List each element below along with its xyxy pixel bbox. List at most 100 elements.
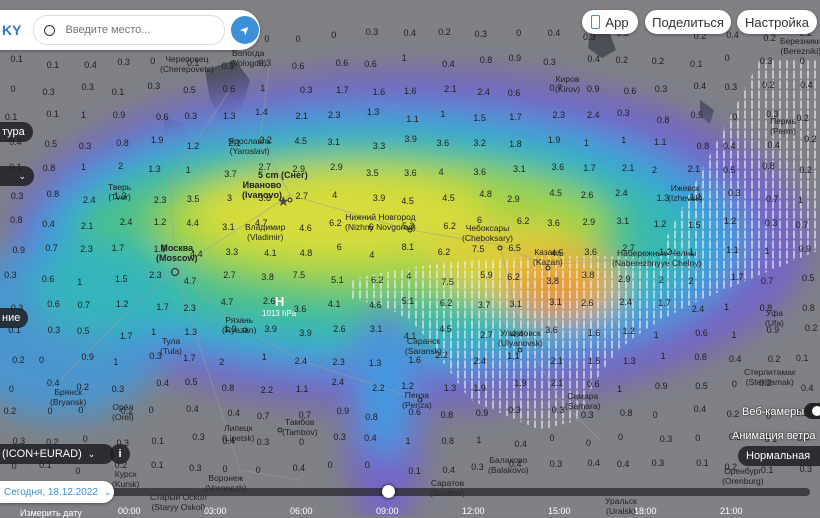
- star-icon[interactable]: ★: [277, 193, 290, 210]
- precip-value: 0.2: [762, 80, 775, 91]
- precip-value: 2.9: [330, 161, 343, 172]
- timeline-handle[interactable]: [382, 485, 395, 498]
- search-field[interactable]: [33, 15, 226, 45]
- city-label[interactable]: Курск (Kursk): [112, 469, 139, 489]
- precip-value: 0.1: [46, 109, 59, 120]
- precip-value: 3.1: [222, 222, 235, 233]
- precip-value: 1: [113, 357, 119, 368]
- city-name-en: (Uralsk): [606, 506, 636, 516]
- date-button[interactable]: Сегодня, 18.12.2022 ⌄: [0, 481, 114, 503]
- timeline-time-label[interactable]: 12:00: [462, 506, 485, 516]
- precip-value: 7.5: [471, 243, 485, 254]
- city-label[interactable]: Уральск (Uralsk): [605, 496, 637, 516]
- precip-value: 4.7: [220, 296, 234, 307]
- precip-value: 6: [336, 242, 342, 253]
- precip-value: 0.3: [149, 351, 162, 362]
- timeline-time-label[interactable]: 18:00: [634, 506, 657, 516]
- city-name-ru: Самара: [567, 391, 599, 401]
- precip-value: 3.9: [372, 192, 386, 203]
- timeline-time-label[interactable]: 15:00: [548, 506, 571, 516]
- layer-selector[interactable]: тура: [0, 122, 33, 142]
- precip-value: 1: [621, 134, 627, 145]
- city-label[interactable]: Самара (Samara): [565, 391, 600, 411]
- precip-value: 0.9: [586, 84, 600, 95]
- city-name-en: (Kazan): [533, 257, 563, 267]
- precip-value: 0.8: [221, 383, 235, 394]
- precip-value: 2.2: [259, 134, 272, 145]
- timeline-time-label[interactable]: 21:00: [720, 506, 743, 516]
- locate-button[interactable]: ➤: [231, 16, 260, 44]
- precip-value: 0.4: [292, 462, 306, 473]
- precip-value: 1.3: [184, 326, 197, 337]
- precip-value: 6.2: [443, 220, 456, 231]
- precip-value: 4: [438, 166, 444, 177]
- precip-value: 0.3: [117, 57, 130, 68]
- city-label[interactable]: Тамбов (Tambov): [282, 417, 317, 437]
- precip-value: 1: [151, 327, 157, 338]
- precip-value: 1: [689, 246, 695, 257]
- precip-value: 3.8: [546, 275, 559, 286]
- search-input[interactable]: [63, 23, 218, 37]
- precip-value: 4: [369, 249, 375, 260]
- precip-value: 1.2: [622, 325, 636, 336]
- precip-value: 3.9: [404, 134, 417, 145]
- precip-value: 1.1: [406, 113, 419, 124]
- share-button[interactable]: Поделиться: [645, 10, 731, 34]
- timeline-time-label[interactable]: 06:00: [290, 506, 313, 516]
- precip-value: 3.7: [224, 168, 237, 179]
- city-name-en: (Perm): [770, 126, 796, 136]
- info-icon: i: [118, 448, 122, 460]
- precip-value: 0.3: [184, 110, 198, 121]
- precip-value: 0.6: [695, 327, 708, 338]
- precip-value: 1.7: [583, 162, 596, 173]
- precip-value: 0.4: [616, 459, 630, 470]
- precip-value: 3.7: [477, 300, 491, 311]
- precip-value: 0: [799, 56, 805, 67]
- precip-value: 0.1: [46, 59, 60, 70]
- precip-value: 3.3: [372, 140, 386, 151]
- precip-value: 0.8: [656, 114, 670, 125]
- settings-button[interactable]: Настройка: [737, 10, 817, 34]
- chevron-down-icon: ⌄: [103, 486, 112, 497]
- precip-value: 0.3: [549, 458, 563, 469]
- app-button[interactable]: App: [582, 10, 638, 34]
- city-name-en: (Cheboksary): [462, 233, 514, 243]
- precip-value: 0.4: [156, 378, 169, 389]
- city-label[interactable]: Тула (Tula): [160, 336, 182, 356]
- precip-value: 1: [77, 276, 83, 287]
- city-label[interactable]: Чебоксары (Cheboksary): [462, 223, 513, 243]
- precip-value: 0.2: [804, 323, 818, 334]
- precip-value: 1.2: [723, 216, 737, 227]
- wind-animation-select[interactable]: Нормальная: [738, 446, 820, 466]
- timeline-time-label[interactable]: 00:00: [118, 506, 141, 516]
- precip-value: 0.3: [42, 87, 55, 98]
- model-selector[interactable]: (ICON+EURAD) ⌄: [0, 444, 114, 464]
- precip-value: 1: [764, 246, 770, 257]
- precip-value: 2.3: [183, 302, 196, 313]
- timeline-time-label[interactable]: 09:00: [376, 506, 399, 516]
- precip-value: 3.8: [581, 270, 595, 281]
- timeline-time-label[interactable]: 03:00: [204, 506, 227, 516]
- precip-value: 3.6: [547, 218, 560, 229]
- precip-value: 0.9: [508, 53, 522, 64]
- precip-value: 0.7: [549, 83, 563, 94]
- pressure-label: 1013 hPa: [262, 309, 297, 318]
- layer-dropdown[interactable]: ⌄: [0, 166, 34, 186]
- precip-value: 0: [549, 433, 555, 444]
- timeline-track[interactable]: [110, 488, 810, 496]
- info-button[interactable]: i: [110, 444, 130, 464]
- precip-value: 0: [724, 53, 730, 63]
- city-name-ru: Стерлитамак: [744, 367, 796, 377]
- precip-value: 0.3: [766, 109, 779, 120]
- webcams-toggle[interactable]: [804, 403, 820, 419]
- precip-value: 3.1: [513, 164, 526, 175]
- precip-value: 0.2: [120, 406, 134, 417]
- precip-value: 2.1: [228, 137, 241, 148]
- city-name-en: (Tula): [160, 346, 182, 356]
- city-label[interactable]: Березники (Berezniki): [780, 36, 820, 56]
- precip-value: 4.4: [190, 248, 203, 259]
- precip-value: 2.4: [331, 377, 345, 388]
- precip-value: 0.3: [333, 431, 346, 442]
- precip-value: 0.8: [762, 161, 775, 172]
- side-option[interactable]: ние: [0, 308, 29, 328]
